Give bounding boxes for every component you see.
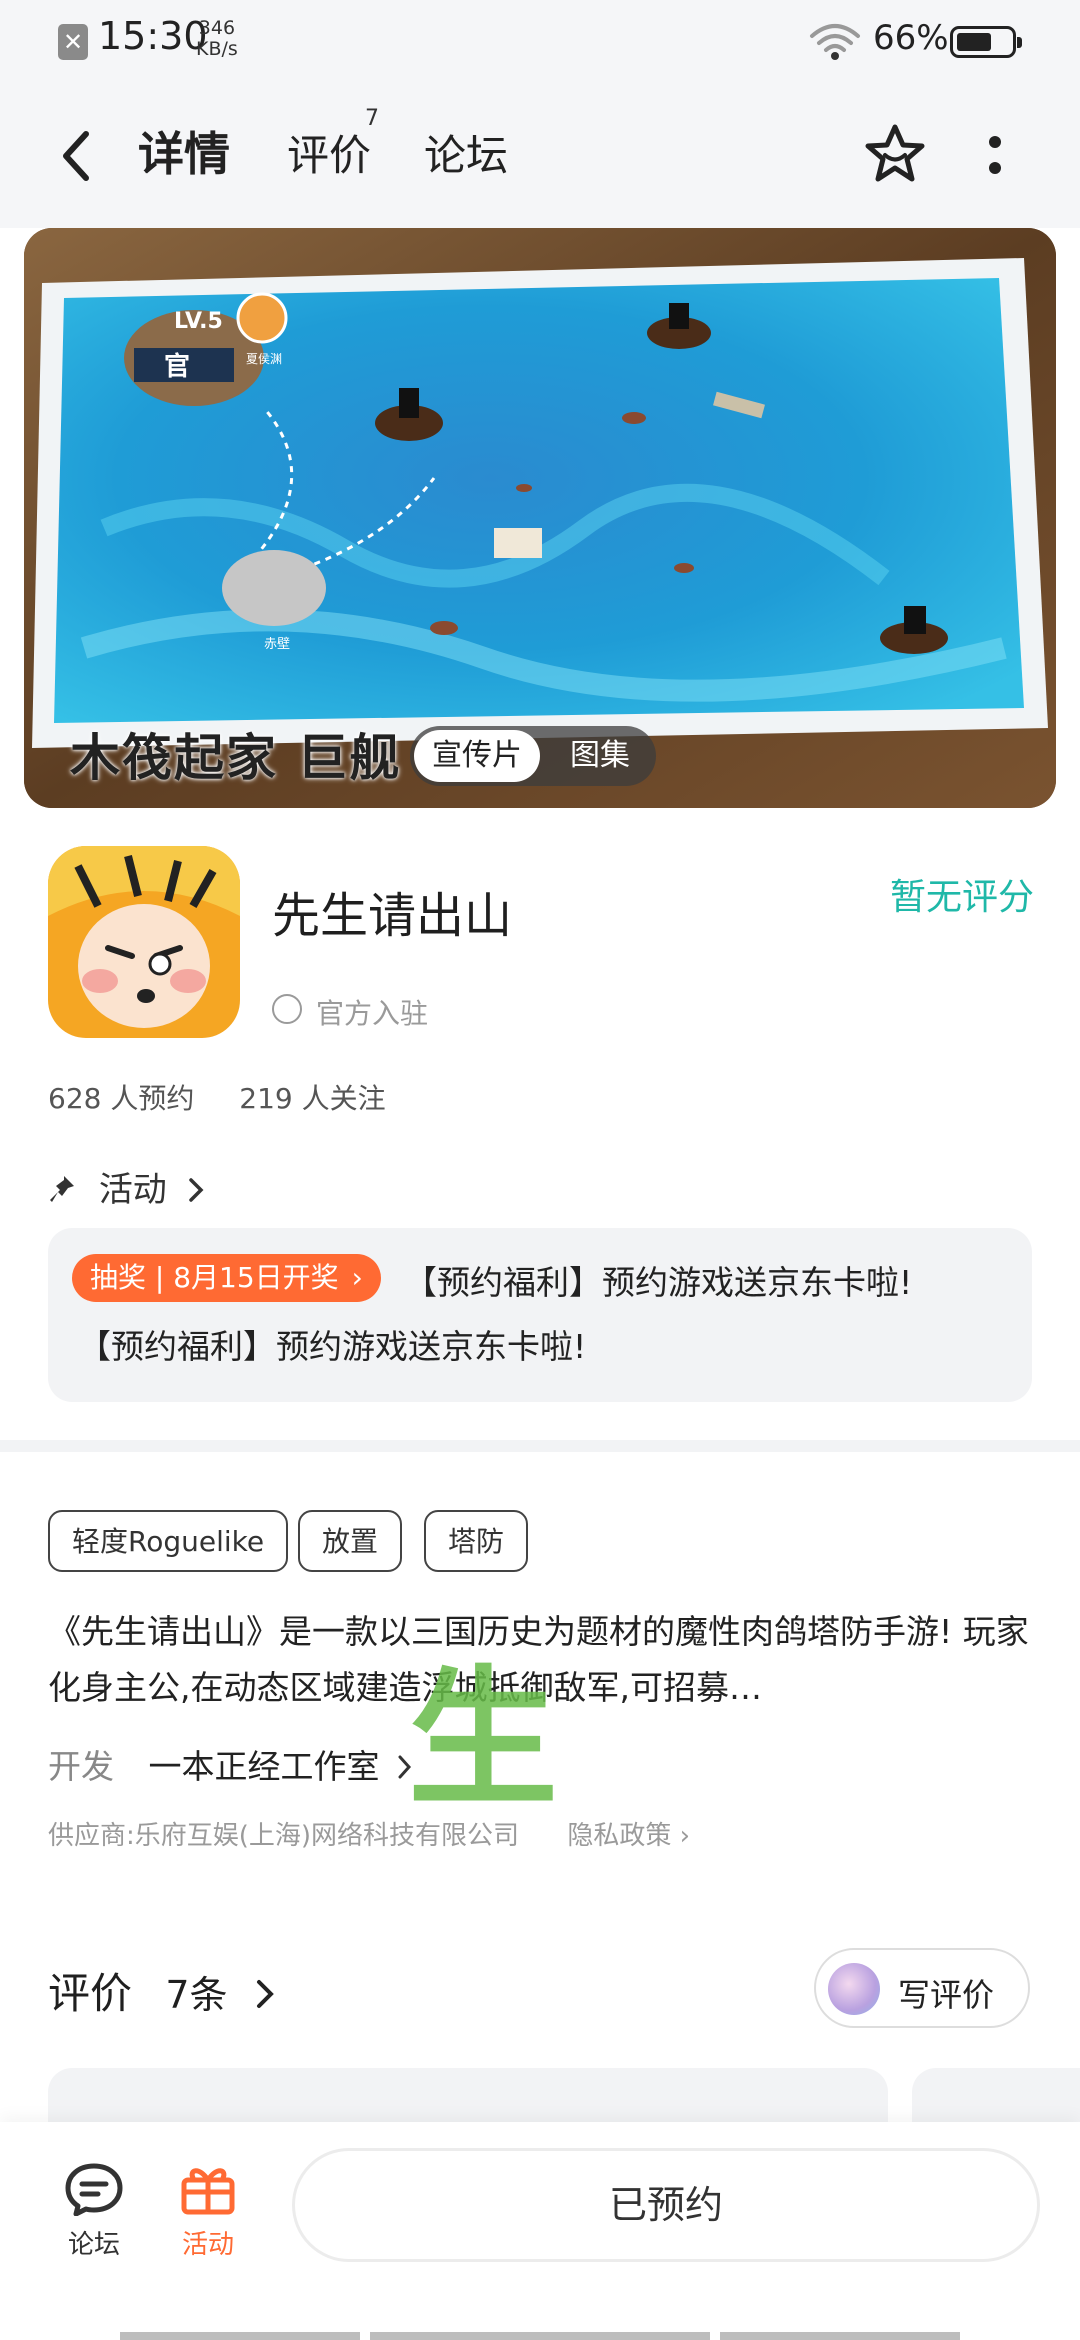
tab-forum-label: 论坛 <box>424 131 509 180</box>
tag-tower-defense[interactable]: 塔防 <box>424 1510 529 1572</box>
pin-icon <box>50 1176 74 1202</box>
reviews-title: 评价 <box>48 1969 133 2018</box>
media-tab-gallery[interactable]: 图集 <box>550 726 650 786</box>
reviews-heading[interactable]: 评价 7条 <box>48 1960 277 2021</box>
activity-nav-label: 活动 <box>181 2230 234 2260</box>
tab-reviews[interactable]: 评价 7 <box>287 106 379 183</box>
forum-nav-label: 论坛 <box>67 2230 120 2260</box>
activity-title: 【预约福利】预约游戏送京东卡啦! <box>404 1263 913 1302</box>
supplier-row: 供应商:乐府互娱(上海)网络科技有限公司 隐私政策 › <box>48 1815 690 1852</box>
battery-icon <box>950 26 1022 58</box>
developer-row[interactable]: 开发 一本正经工作室 <box>48 1740 414 1788</box>
reservation-count: 628 人预约 <box>48 1082 195 1115</box>
tab-detail[interactable]: 详情 <box>132 118 236 194</box>
chevron-right-icon <box>256 1980 274 2008</box>
activity-heading-label: 活动 <box>98 1170 167 1210</box>
reserved-button[interactable]: 已预约 <box>292 2148 1040 2262</box>
user-avatar <box>828 1963 880 2015</box>
tag-roguelike[interactable]: 轻度Roguelike <box>48 1510 289 1572</box>
chevron-right-icon <box>188 1178 204 1202</box>
status-time: 15:30 <box>98 14 208 58</box>
back-icon[interactable] <box>58 128 94 184</box>
developer-name: 一本正经工作室 <box>148 1747 380 1786</box>
rating-text: 暂无评分 <box>890 877 1035 918</box>
no-sim-icon: ✕ <box>58 24 88 60</box>
tab-forum[interactable]: 论坛 <box>424 122 508 183</box>
bottom-action-bar: 论坛 活动 已预约 <box>0 2122 1080 2340</box>
write-review-label: 写评价 <box>898 1976 995 2014</box>
top-nav: 详情 评价 7 论坛 <box>0 80 1080 228</box>
app-stats: 628 人预约 219 人关注 <box>48 1077 386 1117</box>
battery-percent: 66% <box>873 18 949 58</box>
status-bar: ✕ 15:30 346 KB/s 66% <box>0 0 1080 80</box>
developer-label: 开发 <box>48 1747 114 1786</box>
privacy-policy-link[interactable]: 隐私政策 › <box>567 1821 690 1851</box>
network-speed-unit: KB/s <box>196 38 238 60</box>
watermark-glyph: 生 <box>408 1653 559 1827</box>
lottery-badge[interactable]: 抽奖 | 8月15日开奖 › <box>72 1254 381 1302</box>
write-review-button[interactable]: 写评价 <box>814 1948 1030 2028</box>
tag-idle[interactable]: 放置 <box>298 1510 403 1572</box>
chevron-right-icon: › <box>351 1261 363 1294</box>
reviews-count: 7条 <box>165 1973 228 2017</box>
gift-icon <box>181 2168 235 2215</box>
activity-subtitle: 【预约福利】预约游戏送京东卡啦! <box>78 1327 587 1366</box>
section-divider <box>0 1440 1080 1452</box>
banner-map-place: 赤壁 <box>264 637 290 652</box>
activity-card[interactable]: 抽奖 | 8月15日开奖 › 【预约福利】预约游戏送京东卡啦! 【预约福利】预约… <box>48 1228 1032 1402</box>
forum-nav-button[interactable]: 论坛 <box>58 2162 130 2261</box>
lottery-badge-label: 抽奖 | 8月15日开奖 <box>90 1261 339 1294</box>
forum-chat-icon <box>65 2163 123 2217</box>
network-speed-value: 346 <box>198 17 236 39</box>
tab-reviews-badge: 7 <box>365 106 379 131</box>
favorite-icon[interactable] <box>862 122 928 186</box>
tab-detail-label: 详情 <box>138 127 230 181</box>
wifi-icon <box>810 24 860 60</box>
media-banner[interactable]: 官 LV.5 夏侯渊 赤壁 木筏起家 巨舰 宣传片 图集 <box>24 228 1056 808</box>
chevron-right-icon: › <box>679 1821 691 1851</box>
network-speed: 346 KB/s <box>196 18 238 60</box>
app-icon <box>48 846 240 1038</box>
banner-map-player: 夏侯渊 <box>246 352 282 366</box>
activity-heading[interactable]: 活动 <box>48 1162 206 1211</box>
banner-map-word: 官 <box>164 351 190 382</box>
media-switch: 宣传片 图集 <box>410 726 656 786</box>
tab-reviews-label: 评价 <box>287 131 372 180</box>
follower-count: 219 人关注 <box>239 1082 386 1115</box>
more-icon[interactable] <box>984 128 1006 184</box>
banner-overlay-text: 木筏起家 巨舰 <box>70 729 402 787</box>
banner-map-level: LV.5 <box>174 309 223 334</box>
check-circle-icon <box>272 994 302 1024</box>
gesture-bar-segment <box>120 2332 360 2340</box>
gesture-bar-segment <box>370 2332 710 2340</box>
official-badge: 官方入驻 <box>272 992 428 1032</box>
gesture-bar-segment <box>720 2332 960 2340</box>
app-title: 先生请出山 <box>272 888 513 944</box>
official-label: 官方入驻 <box>316 997 429 1030</box>
media-tab-video[interactable]: 宣传片 <box>414 730 540 782</box>
privacy-policy-label: 隐私政策 <box>567 1821 672 1851</box>
activity-nav-button[interactable]: 活动 <box>172 2162 244 2261</box>
